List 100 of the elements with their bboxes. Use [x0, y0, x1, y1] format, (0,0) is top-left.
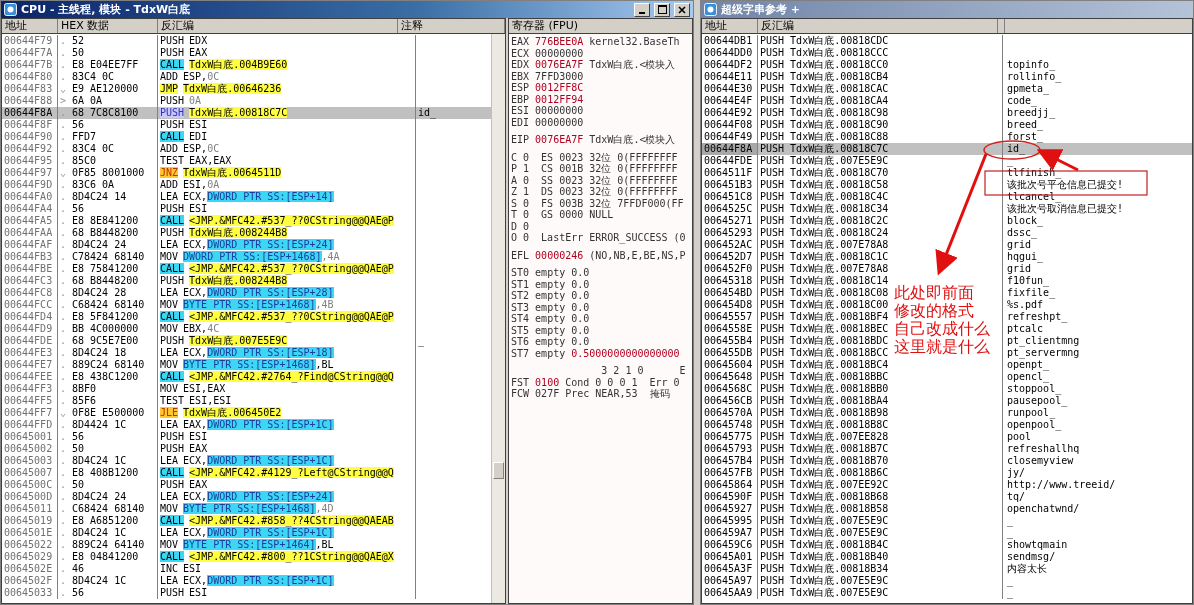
- register-line: Z 1 DS 0023 32位 0(FFFFFFFF: [511, 186, 679, 198]
- jump-marker: .: [59, 515, 68, 527]
- instruction-cell-text: PUSH TdxW白底.00818B8C: [759, 419, 890, 431]
- string-cell-text: breedjj_: [1006, 107, 1057, 119]
- register-line[interactable]: ST7 empty 0.5000000000000000: [511, 347, 690, 359]
- jump-marker: ⌄: [59, 167, 68, 179]
- app-icon: [4, 3, 17, 16]
- instruction-cell-text: PUSH TdxW白底.00818BDC: [759, 335, 890, 347]
- string-cell-text: %s.pdf: [1006, 299, 1045, 311]
- instruction-cell-text: PUSH TdxW白底.007EE828: [759, 431, 890, 443]
- string-cell-text: rollinfo_: [1006, 71, 1063, 83]
- instruction-cell-text: PUSH TdxW白底.007E5E9C: [759, 587, 890, 599]
- instruction-cell-text: PUSH TdxW白底.00818BBC: [759, 371, 890, 383]
- jump-marker: .: [59, 527, 68, 539]
- register-line[interactable]: ST0 empty 0.0: [511, 267, 690, 279]
- jump-marker: .: [59, 191, 68, 203]
- register-line[interactable]: ST1 empty 0.0: [511, 278, 690, 290]
- jump-marker: .: [59, 143, 68, 155]
- close-button[interactable]: [674, 2, 690, 17]
- column-header[interactable]: HEX 数据: [58, 19, 158, 33]
- register-line[interactable]: FCW 027F Prec NEAR,53 掩码: [511, 388, 690, 400]
- instruction-cell-text: PUSH TdxW白底.007EE92C: [759, 479, 890, 491]
- instruction-cell-text: PUSH TdxW白底.00818C58: [759, 179, 890, 191]
- register-line[interactable]: EIP 0076EA7F TdxW白底.<模块入: [511, 134, 690, 146]
- register-line[interactable]: ST4 empty 0.0: [511, 313, 690, 325]
- register-line[interactable]: ESI 00000000: [511, 105, 690, 117]
- register-line: O 0 LastErr ERROR_SUCCESS (0: [511, 232, 687, 244]
- comment-cell-text: id_: [417, 107, 438, 119]
- string-cell-text: _: [1006, 515, 1015, 527]
- string-cell-text: fixfile_: [1006, 287, 1057, 299]
- string-cell-text: _: [1006, 155, 1015, 167]
- maximize-icon: [657, 5, 667, 14]
- string-cell-text: openpool_: [1006, 419, 1063, 431]
- instruction-cell-text: PUSH TdxW白底.00818B68: [759, 491, 890, 503]
- string-cell-text: closemyview: [1006, 455, 1075, 467]
- instruction-cell-text: PUSH TdxW白底.00818B58: [759, 503, 890, 515]
- disassembly-row[interactable]: 00644F8A . 68 7C8C8100 PUSH TdxW白底.00818C7C id_: [2, 107, 491, 119]
- string-cell-text: 内容太长: [1006, 563, 1047, 575]
- string-cell-text: pausepool_: [1006, 395, 1069, 407]
- instruction-cell-text: PUSH TdxW白底.00818CC0: [759, 59, 890, 71]
- close-icon: [678, 5, 686, 14]
- string-cell-text: hqgui_: [1006, 251, 1045, 263]
- instruction-cell-text: PUSH TdxW白底.00818C00: [759, 299, 890, 311]
- column-header[interactable]: 反汇编: [158, 19, 398, 33]
- comment-cell-text: _: [417, 335, 426, 347]
- jump-marker: .: [59, 467, 68, 479]
- jump-marker: .: [59, 323, 68, 335]
- register-line[interactable]: ST2 empty 0.0: [511, 290, 690, 302]
- app-icon: [704, 3, 717, 16]
- instruction-cell-text: PUSH TdxW白底.00818CCC: [759, 47, 890, 59]
- instruction-cell: PUSH ESI: [158, 587, 416, 599]
- address-cell[interactable]: 00644F8A: [702, 143, 758, 155]
- register-line: T 0 GS 0000 NULL: [511, 209, 615, 221]
- minimize-button[interactable]: [634, 2, 650, 17]
- string-cell-text: tq/: [1006, 491, 1027, 503]
- register-line[interactable]: ST6 empty 0.0: [511, 336, 690, 348]
- maximize-button[interactable]: [654, 2, 670, 17]
- register-line[interactable]: EAX 776BEE0A kernel32.BaseTh: [511, 36, 690, 48]
- instruction-cell-text: PUSH TdxW白底.00818C08: [759, 287, 890, 299]
- instruction-cell-text: PUSH TdxW白底.00818BC4: [759, 359, 890, 371]
- register-line[interactable]: ST3 empty 0.0: [511, 301, 690, 313]
- jump-marker: .: [59, 383, 68, 395]
- register-line[interactable]: ESP 0012FF8C: [511, 82, 690, 94]
- register-line[interactable]: FST 0100 Cond 0 0 0 1 Err 0: [511, 376, 690, 388]
- string-cell-text: 该批次号取消信息已提交!: [1006, 203, 1125, 215]
- column-header[interactable]: 反汇编: [758, 19, 998, 33]
- jump-marker: .: [59, 479, 68, 491]
- instruction-cell-text: PUSH TdxW白底.007E5E9C: [759, 155, 890, 167]
- jump-marker: .: [59, 251, 68, 263]
- jump-marker: .: [59, 347, 68, 359]
- jump-marker: .: [59, 119, 68, 131]
- instruction-cell-text: PUSH TdxW白底.00818C1C: [759, 251, 890, 263]
- address-cell[interactable]: 00645AA9: [702, 587, 758, 599]
- register-line: C 0 ES 0023 32位 0(FFFFFFFF: [511, 151, 679, 163]
- scrollbar[interactable]: [491, 34, 505, 603]
- register-line[interactable]: EDX 0076EA7F TdxW白底.<模块入: [511, 59, 690, 71]
- register-line[interactable]: EDI 00000000: [511, 116, 690, 128]
- column-header[interactable]: 地址: [2, 19, 58, 33]
- string-cell-text: openpt_: [1006, 359, 1051, 371]
- string-cell-text: refreshallhq: [1006, 443, 1081, 455]
- register-line[interactable]: ST5 empty 0.0: [511, 324, 690, 336]
- register-line[interactable]: ECX 00000000: [511, 47, 690, 59]
- jump-marker: .: [59, 131, 68, 143]
- instruction-cell-text: PUSH TdxW白底.00818CAC: [759, 83, 890, 95]
- instruction-cell-text: PUSH TdxW白底.00818C4C: [759, 191, 890, 203]
- jump-marker: .: [59, 155, 68, 167]
- register-line[interactable]: EBP 0012FF94: [511, 93, 690, 105]
- instruction-cell-text: PUSH TdxW白底.00818C2C: [759, 215, 890, 227]
- jump-marker: .: [59, 575, 68, 587]
- instruction-cell-text: PUSH TdxW白底.00818C70: [759, 167, 890, 179]
- column-header[interactable]: 注释: [398, 19, 505, 33]
- instruction-cell-text: PUSH TdxW白底.007E5E9C: [759, 575, 890, 587]
- register-line: 3 2 1 0 E: [600, 365, 687, 377]
- instruction-cell-text: PUSH TdxW白底.00818BA4: [759, 395, 890, 407]
- instruction-cell-text: PUSH TdxW白底.00818B7C: [759, 443, 890, 455]
- string-cell-text: id_: [1006, 143, 1027, 155]
- register-line[interactable]: EFL 00000246 (NO,NB,E,BE,NS,P: [511, 249, 690, 261]
- string-cell-text: breed_: [1006, 119, 1045, 131]
- register-line[interactable]: EBX 7FFD3000: [511, 70, 690, 82]
- column-header[interactable]: 地址: [702, 19, 758, 33]
